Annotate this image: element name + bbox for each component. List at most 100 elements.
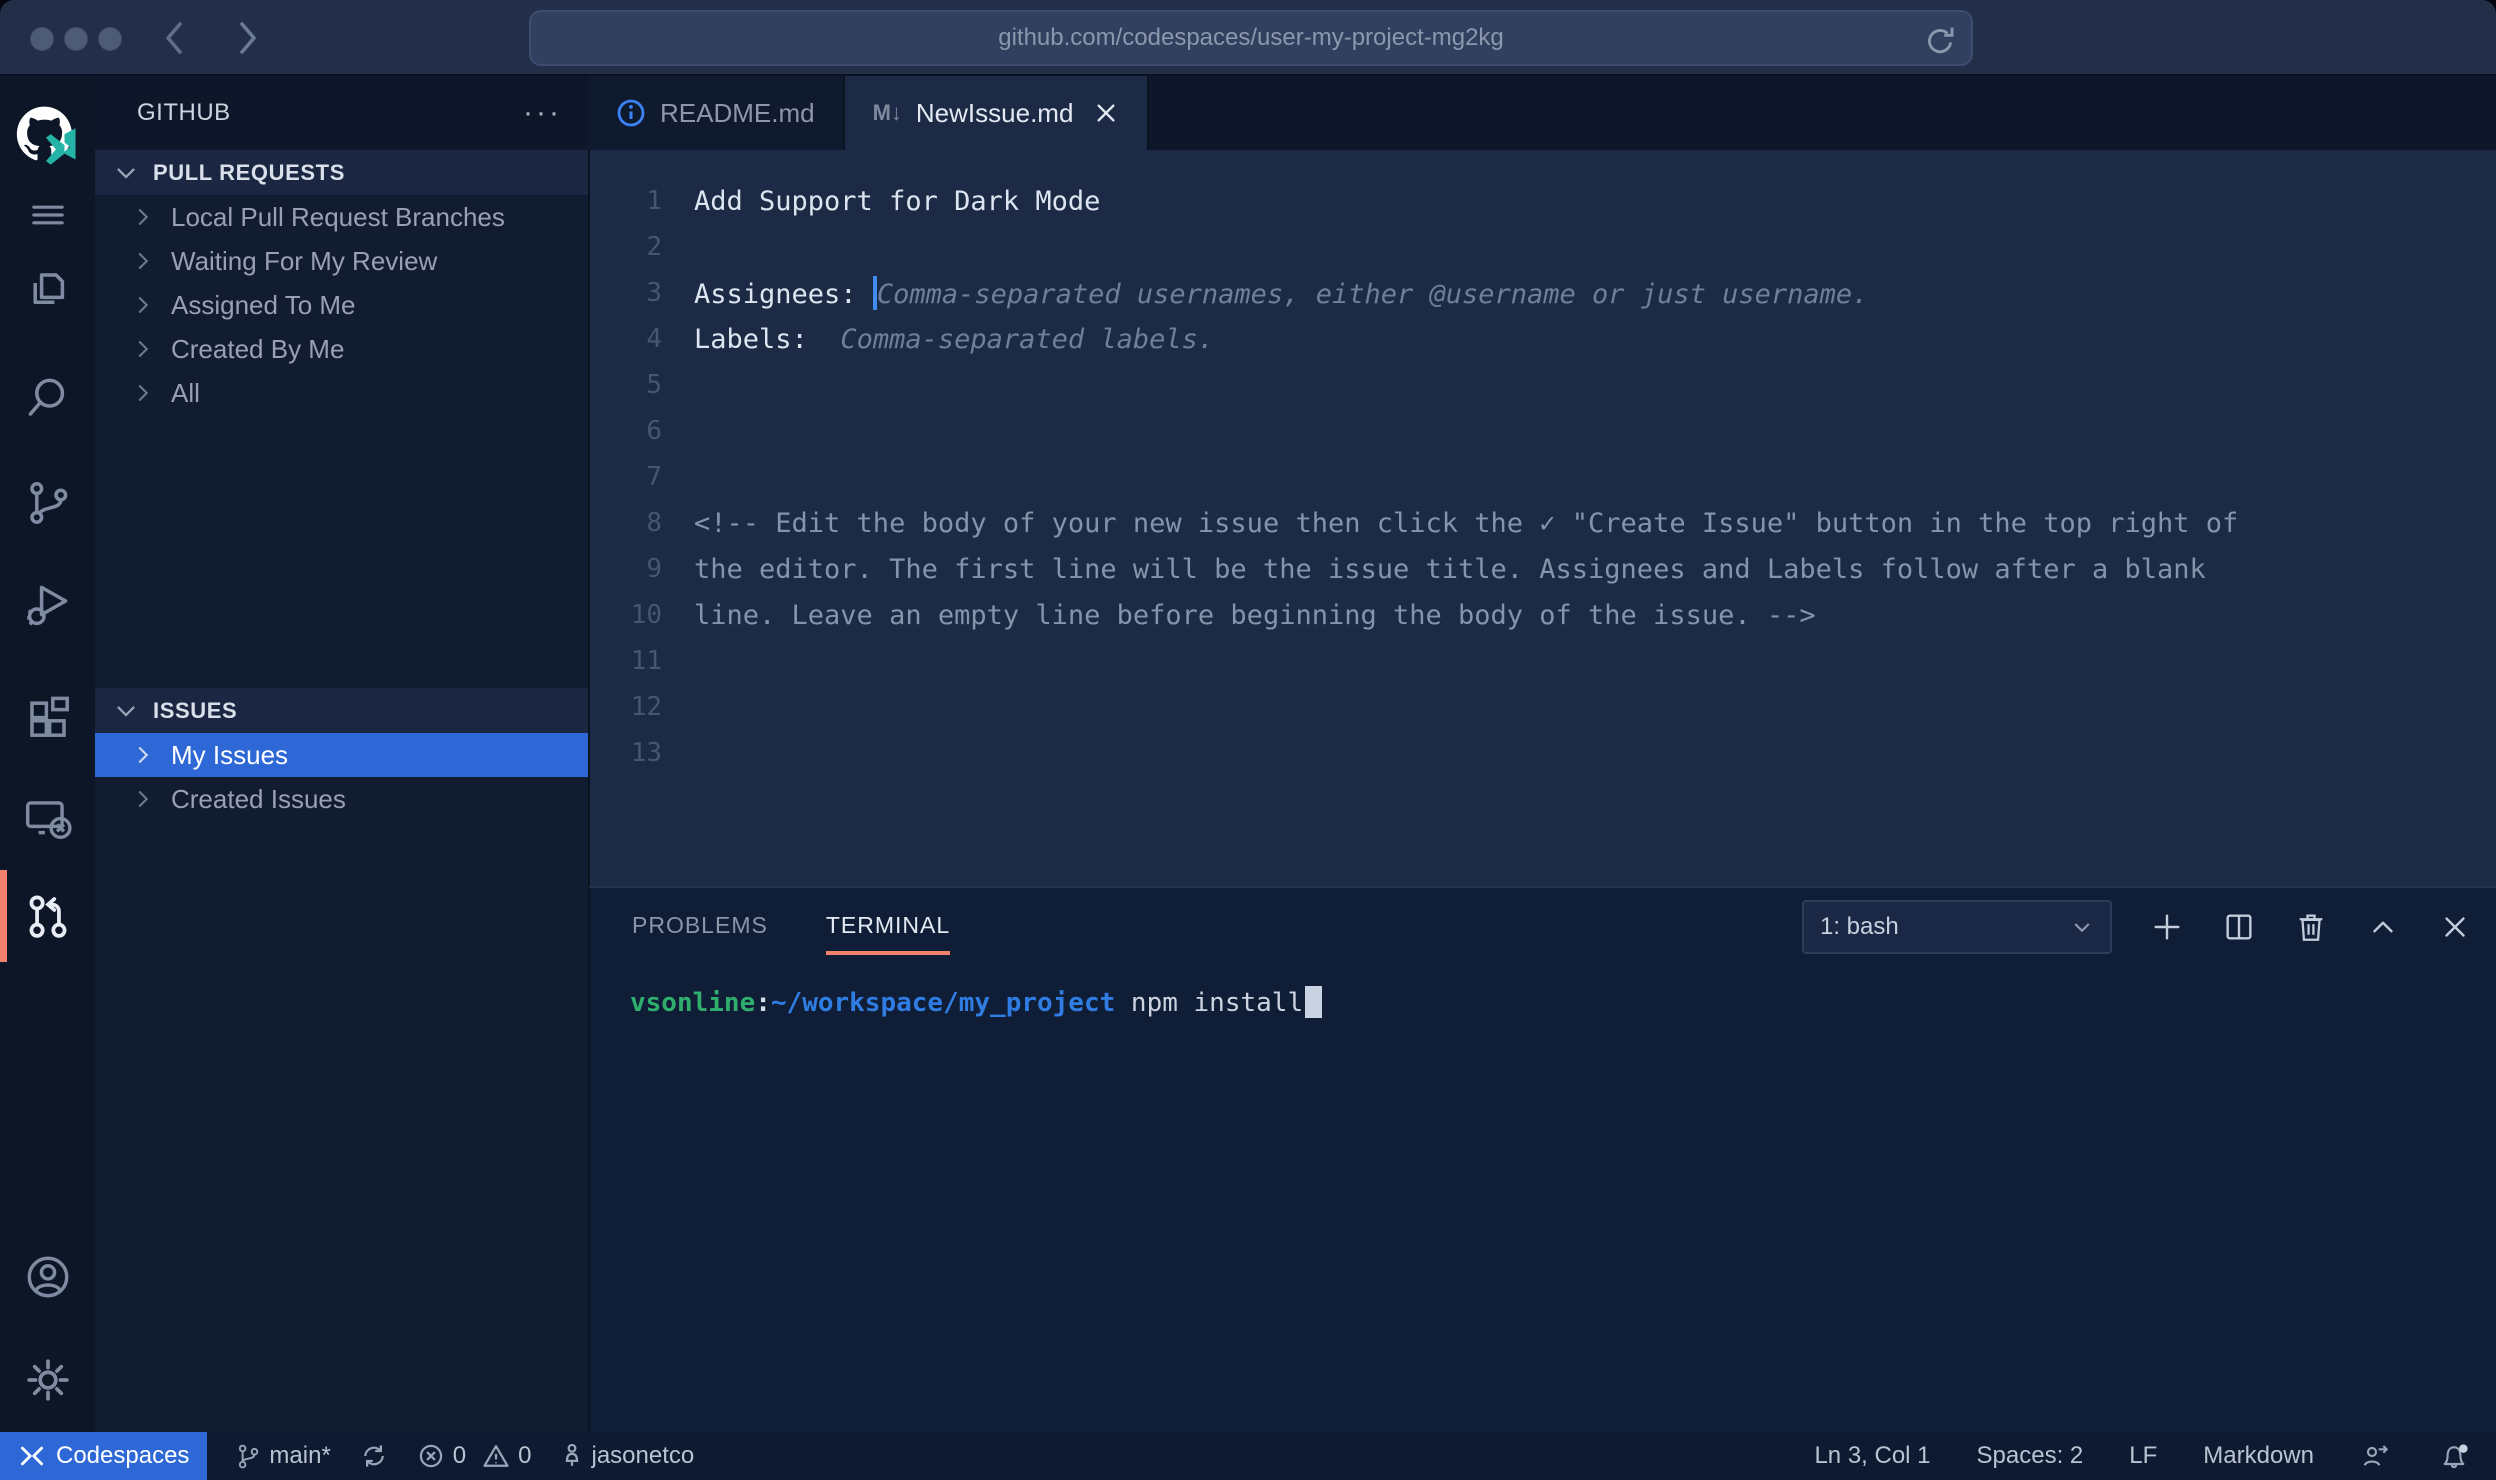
terminal-user: vsonline [630,988,755,1018]
bottom-panel: PROBLEMS TERMINAL 1: bash vsonline:~/wor… [588,886,2496,1432]
editor-line: 13 [590,730,2496,776]
labels-label: Labels: [694,324,840,355]
terminal-shell-select[interactable]: 1: bash [1802,900,2112,954]
assignees-label: Assignees: [694,279,873,310]
tree-item-waiting-for-my-review[interactable]: Waiting For My Review [95,239,588,283]
chevron-right-icon [131,381,155,405]
active-view-indicator [0,870,7,962]
chevron-right-icon [131,205,155,229]
tree-item-created-issues[interactable]: Created Issues [95,777,588,821]
remote-explorer-icon[interactable] [0,779,95,855]
window-close-button[interactable] [30,27,54,51]
problems-indicator[interactable]: 0 0 [417,1442,532,1470]
cursor-position-indicator[interactable]: Ln 3, Col 1 [1814,1442,1930,1470]
tab-newissue[interactable]: M↓ NewIssue.md [845,76,1150,150]
browser-forward-icon[interactable] [230,18,264,58]
close-panel-icon[interactable] [2438,910,2472,944]
chevron-right-icon [131,249,155,273]
maximize-panel-icon[interactable] [2366,910,2400,944]
editor-line: 7 [590,454,2496,500]
source-control-icon[interactable] [0,465,95,541]
tab-terminal[interactable]: TERMINAL [826,912,950,939]
account-icon[interactable] [0,1239,95,1315]
chevron-right-icon [131,743,155,767]
codespaces-window: github.com/codespaces/user-my-project-mg… [0,0,2496,1480]
indentation-indicator[interactable]: Spaces: 2 [1977,1442,2084,1470]
sidebar-title-row: GITHUB ··· [95,76,588,150]
editor-pane[interactable]: 1Add Support for Dark Mode 2 3Assignees:… [588,150,2496,886]
chevron-right-icon [131,787,155,811]
tab-problems[interactable]: PROBLEMS [632,912,768,939]
comment-text: <!-- Edit the body of your new issue the… [694,508,2238,539]
editor-line: 8<!-- Edit the body of your new issue th… [590,500,2496,546]
tree-item-my-issues[interactable]: My Issues [95,733,588,777]
tree-item-created-by-me[interactable]: Created By Me [95,327,588,371]
sidebar: GITHUB ··· PULL REQUESTS Local Pull Requ… [95,76,588,1432]
settings-gear-icon[interactable] [0,1342,95,1418]
comment-text: line. Leave an empty line before beginni… [694,600,1816,631]
terminal-output[interactable]: vsonline:~/workspace/my_project npm inst… [590,964,2496,1432]
address-bar-url: github.com/codespaces/user-my-project-mg… [998,24,1504,52]
info-icon [616,98,646,128]
terminal-cursor [1305,986,1322,1018]
extensions-icon[interactable] [0,678,95,754]
section-issues[interactable]: ISSUES [95,688,588,733]
editor-line: 11 [590,638,2496,684]
tree-item-local-pull-request-branches[interactable]: Local Pull Request Branches [95,195,588,239]
search-icon[interactable] [0,360,95,436]
debug-icon[interactable] [0,567,95,643]
split-terminal-icon[interactable] [2222,910,2256,944]
github-codespaces-logo [0,98,95,174]
section-pull-requests[interactable]: PULL REQUESTS [95,150,588,195]
warning-icon [482,1442,510,1470]
reload-icon[interactable] [1923,24,1957,58]
branch-indicator[interactable]: main* [235,1442,330,1470]
terminal-command: npm install [1115,988,1303,1018]
tree-item-all[interactable]: All [95,371,588,415]
error-icon [417,1442,445,1470]
editor-line: 3Assignees: Comma-separated usernames, e… [590,270,2496,316]
editor-line: 12 [590,684,2496,730]
editor-line: 9the editor. The first line will be the … [590,546,2496,592]
person-icon [560,1442,584,1470]
eol-indicator[interactable]: LF [2129,1442,2157,1470]
chevron-down-icon [2070,915,2094,939]
address-bar[interactable]: github.com/codespaces/user-my-project-mg… [529,10,1973,66]
remote-indicator-icon [18,1442,46,1470]
editor-line: 4Labels: Comma-separated labels. [590,316,2496,362]
labels-placeholder: Comma-separated labels. [840,324,1214,355]
activity-bar [0,76,95,1432]
window-minimize-button[interactable] [64,27,88,51]
chevron-down-icon [113,698,139,724]
more-actions-icon[interactable]: ··· [523,108,562,118]
editor-line: 5 [590,362,2496,408]
branch-icon [235,1442,261,1470]
close-tab-icon[interactable] [1093,100,1119,126]
browser-back-icon[interactable] [158,18,192,58]
chevron-right-icon [131,337,155,361]
sync-icon [359,1441,389,1471]
editor-line: 6 [590,408,2496,454]
sync-button[interactable] [359,1441,389,1471]
tab-readme[interactable]: README.md [588,76,845,150]
kill-terminal-icon[interactable] [2294,910,2328,944]
feedback-icon[interactable] [2360,1440,2392,1472]
window-zoom-button[interactable] [98,27,122,51]
editor-tab-bar: README.md M↓ NewIssue.md [588,76,2496,150]
editor-line: 2 [590,224,2496,270]
menu-hamburger-icon[interactable] [0,177,95,253]
new-terminal-icon[interactable] [2150,910,2184,944]
markdown-file-icon: M↓ [873,100,902,126]
assignees-placeholder: Comma-separated usernames, either @usern… [877,279,1869,310]
status-bar: Codespaces main* 0 0 jasonetco Ln 3, Col… [0,1432,2496,1480]
window-controls [30,27,122,51]
issue-title-text: Add Support for Dark Mode [694,186,1100,217]
notifications-bell-icon[interactable] [2438,1440,2470,1472]
signed-in-user[interactable]: jasonetco [560,1442,695,1470]
browser-titlebar: github.com/codespaces/user-my-project-mg… [0,0,2496,76]
language-mode-indicator[interactable]: Markdown [2203,1442,2314,1470]
github-pull-requests-icon[interactable] [0,879,95,955]
codespaces-remote-button[interactable]: Codespaces [0,1432,207,1480]
explorer-icon[interactable] [0,253,95,329]
tree-item-assigned-to-me[interactable]: Assigned To Me [95,283,588,327]
